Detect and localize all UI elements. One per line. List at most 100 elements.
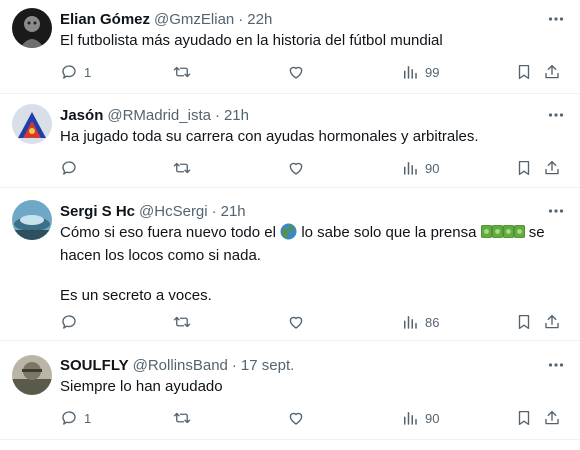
retweet-button[interactable] <box>173 62 191 82</box>
more-options-button[interactable] <box>546 201 566 221</box>
avatar[interactable] <box>12 8 52 48</box>
views-bar-chart-icon <box>404 412 417 425</box>
like-button[interactable] <box>287 312 305 332</box>
views-button[interactable]: 90 <box>401 408 439 428</box>
views-count: 90 <box>425 160 440 176</box>
action-bar: 90 <box>60 158 570 178</box>
timestamp[interactable]: 21h <box>221 203 246 220</box>
user-handle[interactable]: @RollinsBand <box>133 357 228 374</box>
display-name[interactable]: SOULFLY <box>60 357 129 374</box>
separator-dot: · <box>214 106 220 124</box>
tweet-text-line: Cómo si eso fuera nuevo todo el lo sabe … <box>60 223 560 246</box>
retweet-button[interactable] <box>173 158 191 178</box>
tweet[interactable]: Sergi S Hc @HcSergi · 21h Cómo si eso fu… <box>0 188 580 341</box>
more-options-button[interactable] <box>546 9 566 29</box>
share-upload-icon <box>545 64 559 79</box>
bookmark-icon <box>518 160 530 176</box>
like-button[interactable] <box>287 158 305 178</box>
tweet-header: Jasón @RMadrid_ista · 21h <box>60 105 249 125</box>
bookmark-button[interactable] <box>515 158 533 178</box>
tweet-text-line: Ha jugado toda su carrera con ayudas hor… <box>60 128 479 145</box>
retweet-button[interactable] <box>173 312 191 332</box>
globe-emoji <box>280 223 297 246</box>
reply-button[interactable]: 1 <box>60 408 91 428</box>
tweet-text-segment: se <box>528 224 545 241</box>
display-name[interactable]: Jasón <box>60 107 103 124</box>
avatar[interactable] <box>12 200 52 240</box>
tweet-header: SOULFLY @RollinsBand · 17 sept. <box>60 355 294 375</box>
views-button[interactable]: 90 <box>401 158 439 178</box>
replies-feed: Elian Gómez @GmzElian · 22h El futbolist… <box>0 0 580 450</box>
share-button[interactable] <box>543 158 561 178</box>
reply-bubble-icon <box>62 315 76 329</box>
share-button[interactable] <box>543 408 561 428</box>
tweet-text-segment: lo sabe solo que la prensa <box>301 224 477 241</box>
tweet-text-line: Es un secreto a voces. <box>60 287 212 304</box>
reply-bubble-icon <box>62 65 76 79</box>
avatar[interactable] <box>12 104 52 144</box>
bookmark-icon <box>518 314 530 330</box>
views-bar-chart-icon <box>404 162 417 175</box>
views-bar-chart-icon <box>404 66 417 79</box>
user-handle[interactable]: @HcSergi <box>139 203 208 220</box>
reply-bubble-icon <box>62 161 76 175</box>
more-horizontal-icon <box>548 17 564 21</box>
more-options-button[interactable] <box>546 355 566 375</box>
retweet-icon <box>173 316 191 328</box>
user-handle[interactable]: @RMadrid_ista <box>107 107 211 124</box>
retweet-icon <box>173 162 191 174</box>
retweet-button[interactable] <box>173 408 191 428</box>
views-count: 99 <box>425 64 440 80</box>
heart-icon <box>289 66 303 79</box>
action-bar: 1 99 <box>60 62 570 82</box>
share-upload-icon <box>545 160 559 175</box>
avatar[interactable] <box>12 355 52 395</box>
heart-icon <box>289 162 303 175</box>
tweet-text-line: Siempre lo han ayudado <box>60 378 223 395</box>
reply-count: 1 <box>84 64 92 80</box>
bookmark-button[interactable] <box>515 312 533 332</box>
tweet-text: Cómo si eso fuera nuevo todo el lo sabe … <box>60 223 560 306</box>
action-bar: 86 <box>60 312 570 332</box>
tweet-text: Ha jugado toda su carrera con ayudas hor… <box>60 127 560 147</box>
tweet-text-line: El futbolista más ayudado en la historia… <box>60 32 443 49</box>
tweet-text-segment: Cómo si eso fuera nuevo todo el <box>60 224 276 241</box>
display-name[interactable]: Sergi S Hc <box>60 203 135 220</box>
reply-count: 1 <box>84 410 92 426</box>
retweet-icon <box>173 66 191 78</box>
timestamp[interactable]: 17 sept. <box>241 357 294 374</box>
tweet-text: El futbolista más ayudado en la historia… <box>60 31 560 51</box>
timestamp[interactable]: 21h <box>224 107 249 124</box>
views-button[interactable]: 86 <box>401 312 439 332</box>
reply-button[interactable] <box>60 158 84 178</box>
retweet-icon <box>173 412 191 424</box>
action-bar: 1 90 <box>60 408 570 428</box>
bookmark-icon <box>518 410 530 426</box>
like-button[interactable] <box>287 62 305 82</box>
more-options-button[interactable] <box>546 105 566 125</box>
views-button[interactable]: 99 <box>401 62 439 82</box>
tweet-header: Elian Gómez @GmzElian · 22h <box>60 9 272 29</box>
tweet-header: Sergi S Hc @HcSergi · 21h <box>60 201 246 221</box>
tweet[interactable]: SOULFLY @RollinsBand · 17 sept. Siempre … <box>0 341 580 440</box>
reply-button[interactable] <box>60 312 84 332</box>
display-name[interactable]: Elian Gómez <box>60 11 150 28</box>
share-button[interactable] <box>543 62 561 82</box>
separator-dot: · <box>231 356 237 374</box>
tweet[interactable]: Elian Gómez @GmzElian · 22h El futbolist… <box>0 0 580 94</box>
heart-icon <box>289 412 303 425</box>
bookmark-icon <box>518 64 530 80</box>
bookmark-button[interactable] <box>515 62 533 82</box>
heart-icon <box>289 316 303 329</box>
share-upload-icon <box>545 314 559 329</box>
views-count: 90 <box>425 410 440 426</box>
bookmark-button[interactable] <box>515 408 533 428</box>
reply-button[interactable]: 1 <box>60 62 91 82</box>
timestamp[interactable]: 22h <box>247 11 272 28</box>
like-button[interactable] <box>287 408 305 428</box>
share-button[interactable] <box>543 312 561 332</box>
user-handle[interactable]: @GmzElian <box>154 11 234 28</box>
tweet[interactable]: Jasón @RMadrid_ista · 21h Ha jugado toda… <box>0 94 580 188</box>
separator-dot: · <box>211 202 217 220</box>
more-horizontal-icon <box>548 363 564 367</box>
